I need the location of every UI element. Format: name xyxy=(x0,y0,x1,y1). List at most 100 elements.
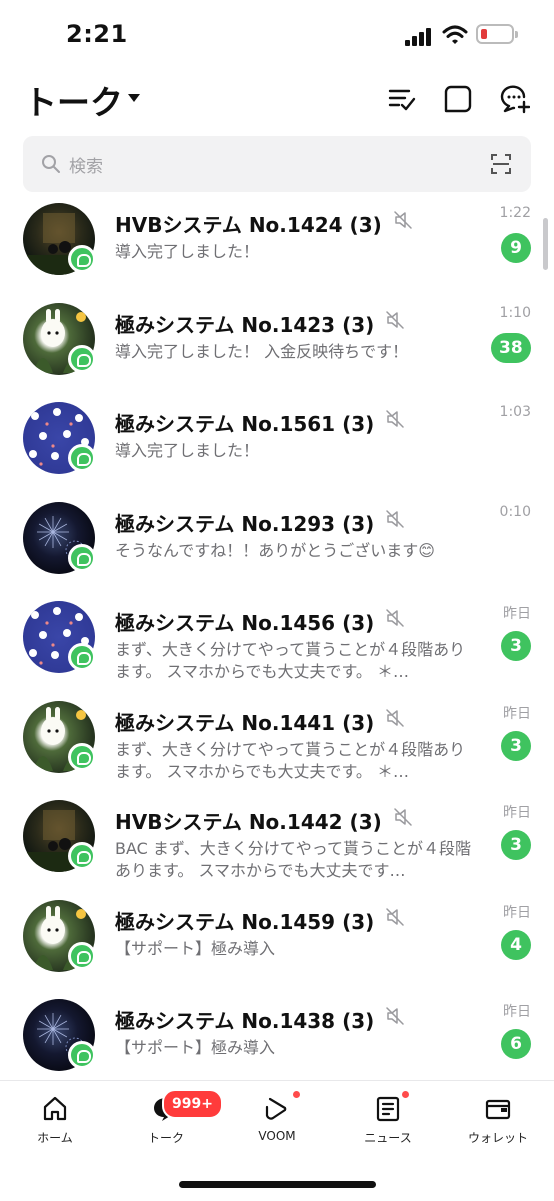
chat-name: 極みシステム No.1459 (3) xyxy=(115,906,374,935)
search-bar[interactable]: 検索 xyxy=(23,136,531,192)
unread-badge: 6 xyxy=(501,1029,531,1059)
chat-name: HVBシステム No.1442 (3) xyxy=(115,806,382,835)
mute-icon xyxy=(386,609,404,627)
chat-row[interactable]: 極みシステム No.1561 (3) 導入完了しました！ 1:03 xyxy=(0,394,554,494)
message-preview: まず、大きく分けてやって貰うことが４段階あります。 スマホからでも大丈夫です。 … xyxy=(115,740,466,781)
chat-row[interactable]: 極みシステム No.1456 (3) まず、大きく分けてやって貰うことが４段階あ… xyxy=(0,593,554,693)
chat-title: 極みシステム No.1438 xyxy=(115,1009,336,1033)
chat-row[interactable]: HVBシステム No.1424 (3) 導入完了しました！ 1:22 9 xyxy=(0,195,554,295)
chat-title: HVBシステム No.1424 xyxy=(115,213,343,237)
wallet-icon xyxy=(485,1099,511,1120)
official-account-icon xyxy=(68,544,96,572)
message-time: 1:10 xyxy=(499,305,531,321)
unread-badge: 3 xyxy=(501,830,531,860)
tab-label: ニュース xyxy=(364,1131,412,1145)
member-count: (3) xyxy=(342,711,375,735)
tab-wallet[interactable]: ウォレット xyxy=(453,1095,543,1146)
official-account-icon xyxy=(68,942,96,970)
chat-name: 極みシステム No.1456 (3) xyxy=(115,607,374,636)
mute-icon xyxy=(386,510,404,528)
tab-label: ウォレット xyxy=(467,1131,528,1145)
qr-scan-icon[interactable] xyxy=(491,154,511,174)
message-preview: そうなんですね！！ありがとうございます😊 xyxy=(115,541,435,560)
chat-name: 極みシステム No.1441 (3) xyxy=(115,707,374,736)
chevron-down-icon[interactable] xyxy=(128,94,140,102)
message-preview: BAC まず、大きく分けてやって貰うことが４段階あります。 スマホからでも大丈夫… xyxy=(115,839,471,880)
mute-icon xyxy=(386,908,404,926)
message-preview: 導入完了しました！ xyxy=(115,441,260,460)
mute-icon xyxy=(386,709,404,727)
status-bar: 2:21 xyxy=(0,0,554,70)
member-count: (3) xyxy=(342,910,375,934)
official-account-icon xyxy=(68,345,96,373)
chat-row[interactable]: HVBシステム No.1442 (3) BAC まず、大きく分けてやって貰うこと… xyxy=(0,792,554,892)
official-account-icon xyxy=(68,1041,96,1069)
status-time: 2:21 xyxy=(66,20,128,48)
message-preview: 導入完了しました！ 入金反映待ちです！ xyxy=(115,342,409,361)
chat-row[interactable]: 極みシステム No.1438 (3) 【サポート】極み導入 昨日 6 xyxy=(0,991,554,1091)
new-chat-icon[interactable] xyxy=(500,84,530,114)
header: トーク xyxy=(0,72,554,128)
mute-icon xyxy=(394,211,412,229)
unread-badge: 3 xyxy=(501,631,531,661)
news-icon xyxy=(376,1096,400,1122)
chat-title: 極みシステム No.1441 xyxy=(115,711,336,735)
tab-news[interactable]: ニュース xyxy=(343,1095,433,1146)
voom-notification-dot xyxy=(293,1091,300,1098)
home-icon xyxy=(43,1096,67,1121)
chat-row[interactable]: 極みシステム No.1459 (3) 【サポート】極み導入 昨日 4 xyxy=(0,892,554,992)
message-time: 1:03 xyxy=(499,404,531,420)
member-count: (3) xyxy=(342,1009,375,1033)
unread-badge: 9 xyxy=(501,233,531,263)
message-time: 昨日 xyxy=(503,805,531,821)
chat-row[interactable]: 極みシステム No.1293 (3) そうなんですね！！ありがとうございます😊 0:… xyxy=(0,494,554,594)
member-count: (3) xyxy=(342,512,375,536)
official-account-icon xyxy=(68,444,96,472)
message-preview: まず、大きく分けてやって貰うことが４段階あります。 スマホからでも大丈夫です。 … xyxy=(115,640,466,681)
mute-icon xyxy=(386,410,404,428)
tab-label: VOOM xyxy=(258,1129,296,1143)
news-notification-dot xyxy=(402,1091,409,1098)
unread-badge: 3 xyxy=(501,731,531,761)
voom-icon xyxy=(265,1097,287,1120)
mute-icon xyxy=(394,808,412,826)
chat-row[interactable]: 極みシステム No.1441 (3) まず、大きく分けてやって貰うことが４段階あ… xyxy=(0,693,554,793)
chat-name: 極みシステム No.1438 (3) xyxy=(115,1005,374,1034)
search-input[interactable]: 検索 xyxy=(69,152,103,177)
message-preview: 【サポート】極み導入 xyxy=(115,1038,276,1057)
chat-name: 極みシステム No.1293 (3) xyxy=(115,508,374,537)
chat-title: HVBシステム No.1442 xyxy=(115,810,343,834)
tab-voom[interactable]: VOOM xyxy=(232,1095,322,1143)
official-account-icon xyxy=(68,743,96,771)
official-account-icon xyxy=(68,245,96,273)
message-preview: 導入完了しました！ xyxy=(115,242,260,261)
scrollbar[interactable] xyxy=(543,218,548,270)
home-indicator[interactable] xyxy=(179,1181,376,1188)
message-time: 昨日 xyxy=(503,706,531,722)
search-icon xyxy=(42,155,60,173)
message-preview: 【サポート】極み導入 xyxy=(115,939,276,958)
chat-name: HVBシステム No.1424 (3) xyxy=(115,209,382,238)
chat-row[interactable]: 極みシステム No.1423 (3) 導入完了しました！ 入金反映待ちです！ 1:1… xyxy=(0,295,554,395)
chat-name: 極みシステム No.1423 (3) xyxy=(115,309,374,338)
talk-unread-badge: 999+ xyxy=(162,1089,223,1119)
open-chat-icon[interactable] xyxy=(443,84,473,114)
tab-home[interactable]: ホーム xyxy=(10,1095,100,1146)
mute-icon xyxy=(386,311,404,329)
member-count: (3) xyxy=(349,213,382,237)
member-count: (3) xyxy=(349,810,382,834)
message-time: 昨日 xyxy=(503,606,531,622)
chat-title: 極みシステム No.1561 xyxy=(115,412,336,436)
battery-icon xyxy=(476,24,518,44)
chat-title: 極みシステム No.1423 xyxy=(115,313,336,337)
sort-checklist-icon[interactable] xyxy=(387,84,417,114)
page-title[interactable]: トーク xyxy=(24,76,123,124)
signal-icon xyxy=(405,28,435,46)
chat-title: 極みシステム No.1293 xyxy=(115,512,336,536)
message-time: 0:10 xyxy=(499,504,531,520)
chat-title: 極みシステム No.1456 xyxy=(115,611,336,635)
member-count: (3) xyxy=(342,313,375,337)
tab-label: ホーム xyxy=(37,1131,73,1145)
official-account-icon xyxy=(68,643,96,671)
message-time: 昨日 xyxy=(503,905,531,921)
